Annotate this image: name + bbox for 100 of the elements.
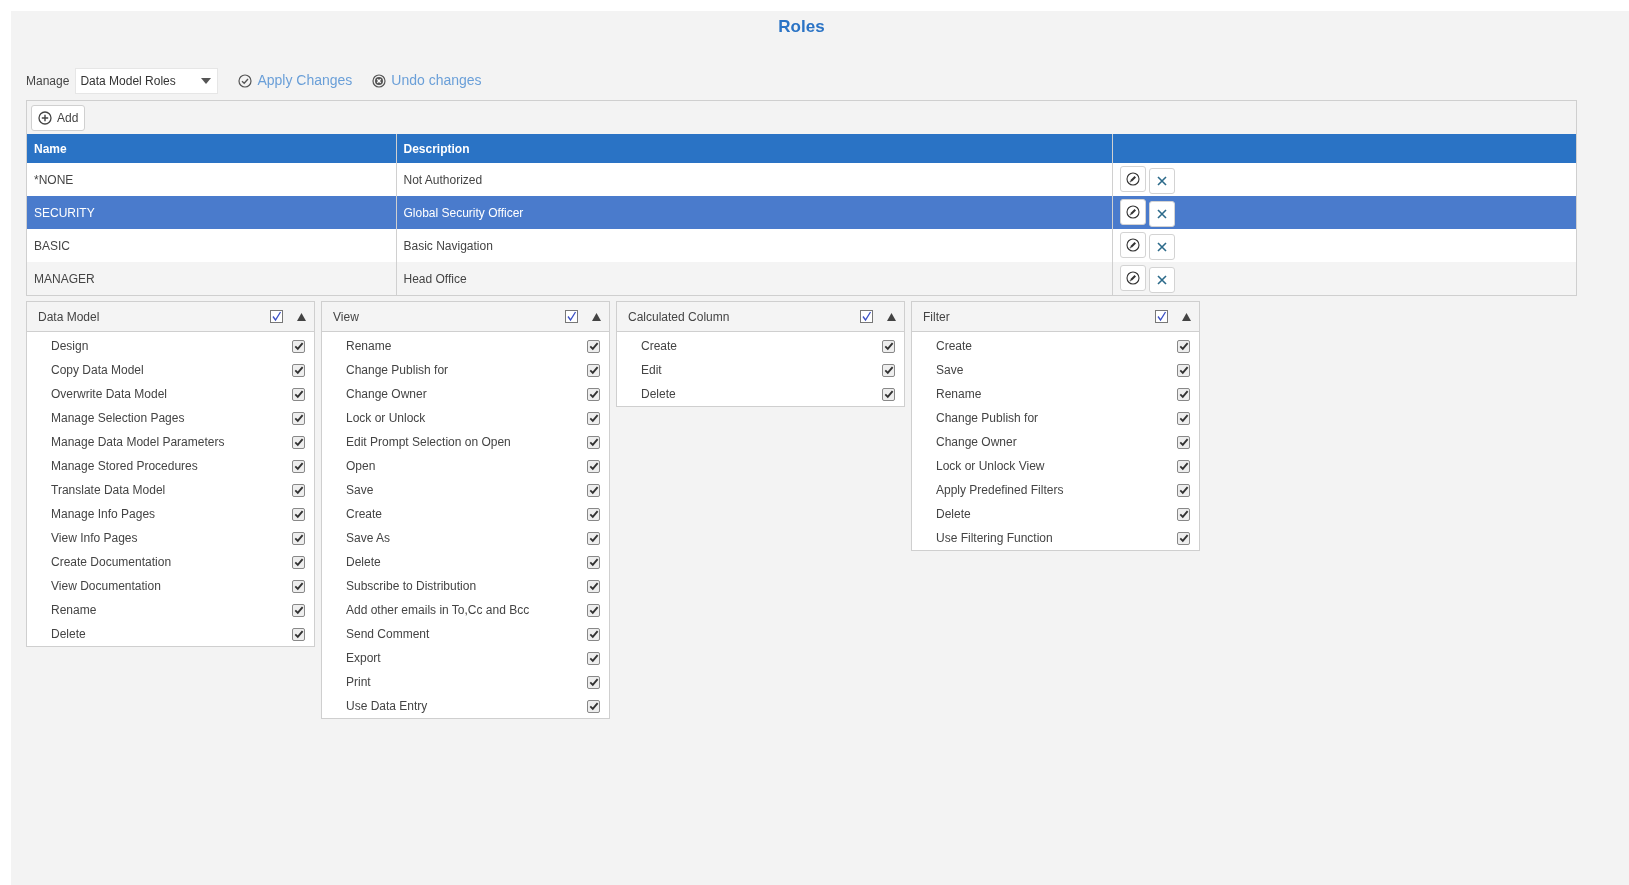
- select-all-checkbox[interactable]: [270, 310, 283, 323]
- permission-checkbox[interactable]: [1177, 531, 1190, 545]
- permission-label: Manage Info Pages: [51, 506, 157, 523]
- permission-checkbox[interactable]: [587, 411, 600, 425]
- permission-label: Copy Data Model: [51, 362, 145, 379]
- select-all-checkbox[interactable]: [1155, 310, 1168, 323]
- permission-checkbox[interactable]: [587, 387, 600, 401]
- close-icon: [1156, 208, 1167, 219]
- permission-label: Lock or Unlock: [346, 410, 427, 427]
- delete-button[interactable]: [1148, 200, 1175, 227]
- permission-checkbox[interactable]: [587, 435, 600, 449]
- permission-checkbox[interactable]: [882, 339, 895, 353]
- permission-label: Change Publish for: [936, 410, 1040, 427]
- role-row[interactable]: BASIC Basic Navigation: [27, 229, 1576, 262]
- role-row[interactable]: SECURITY Global Security Officer: [27, 196, 1576, 229]
- permission-label: Send Comment: [346, 626, 431, 643]
- permission-checkbox[interactable]: [587, 699, 600, 713]
- permission-checkbox[interactable]: [292, 435, 305, 449]
- permission-checkbox[interactable]: [587, 339, 600, 353]
- check-icon: [566, 311, 577, 322]
- edit-button[interactable]: [1119, 264, 1146, 291]
- table-cell: MANAGER: [27, 262, 396, 295]
- permission-label: Edit: [641, 362, 663, 379]
- check-icon: [293, 580, 304, 592]
- check-icon: [293, 460, 304, 472]
- permission-checkbox[interactable]: [587, 603, 600, 617]
- role-row[interactable]: *NONE Not Authorized: [27, 163, 1576, 196]
- permission-label: Print: [346, 674, 372, 691]
- permission-checkbox[interactable]: [292, 363, 305, 377]
- collapse-arrow-icon: [887, 312, 896, 321]
- permission-checkbox[interactable]: [1177, 435, 1190, 449]
- role-type-dropdown[interactable]: Data Model Roles: [75, 67, 219, 94]
- permission-checkbox[interactable]: [292, 579, 305, 593]
- permission-checkbox[interactable]: [587, 627, 600, 641]
- select-all-checkbox[interactable]: [565, 310, 578, 323]
- select-all-checkbox[interactable]: [860, 310, 873, 323]
- check-icon: [293, 556, 304, 568]
- permission-checkbox[interactable]: [587, 531, 600, 545]
- permission-checkbox[interactable]: [587, 651, 600, 665]
- permission-label: View Documentation: [51, 578, 162, 595]
- permission-label: Rename: [51, 602, 98, 619]
- permission-label: Use Filtering Function: [936, 530, 1054, 547]
- check-icon: [293, 412, 304, 424]
- check-icon: [271, 311, 282, 322]
- permission-label: Delete: [346, 554, 382, 571]
- permission-checkbox[interactable]: [1177, 411, 1190, 425]
- check-icon: [1156, 311, 1167, 322]
- permission-label: Edit Prompt Selection on Open: [346, 434, 512, 451]
- delete-button[interactable]: [1148, 233, 1175, 260]
- permission-label: Save: [346, 482, 375, 499]
- permission-checkbox[interactable]: [292, 483, 305, 497]
- panel-title: View: [333, 308, 360, 326]
- close-icon: [1156, 241, 1167, 252]
- permission-checkbox[interactable]: [587, 507, 600, 521]
- permission-label: Delete: [936, 506, 972, 523]
- edit-button[interactable]: [1119, 165, 1146, 192]
- permission-checkbox[interactable]: [882, 363, 895, 377]
- edit-button[interactable]: [1119, 231, 1146, 258]
- page-title: Roles: [777, 16, 826, 38]
- permission-checkbox[interactable]: [292, 507, 305, 521]
- permission-checkbox[interactable]: [587, 459, 600, 473]
- permission-checkbox[interactable]: [587, 363, 600, 377]
- permission-checkbox[interactable]: [1177, 459, 1190, 473]
- permission-checkbox[interactable]: [587, 675, 600, 689]
- permission-label: Rename: [346, 338, 393, 355]
- permission-checkbox[interactable]: [292, 411, 305, 425]
- permission-checkbox[interactable]: [292, 459, 305, 473]
- table-cell: *NONE: [27, 163, 396, 196]
- permission-checkbox[interactable]: [292, 339, 305, 353]
- permission-checkbox[interactable]: [587, 579, 600, 593]
- permission-label: Create: [641, 338, 679, 355]
- manage-label: Manage: [26, 72, 70, 90]
- permission-label: Design: [51, 338, 90, 355]
- check-icon: [293, 628, 304, 640]
- permission-checkbox[interactable]: [1177, 363, 1190, 377]
- permission-checkbox[interactable]: [1177, 507, 1190, 521]
- permission-label: Manage Data Model Parameters: [51, 434, 226, 451]
- permission-checkbox[interactable]: [292, 555, 305, 569]
- role-row[interactable]: MANAGER Head Office: [27, 262, 1576, 295]
- permission-checkbox[interactable]: [1177, 339, 1190, 353]
- permission-checkbox[interactable]: [587, 483, 600, 497]
- delete-button[interactable]: [1148, 167, 1175, 194]
- permission-checkbox[interactable]: [292, 387, 305, 401]
- permission-label: Delete: [641, 386, 677, 403]
- permission-checkbox[interactable]: [1177, 483, 1190, 497]
- permission-checkbox[interactable]: [292, 531, 305, 545]
- permission-checkbox[interactable]: [1177, 387, 1190, 401]
- permission-checkbox[interactable]: [292, 627, 305, 641]
- check-icon: [293, 484, 304, 496]
- check-icon: [1178, 436, 1189, 448]
- table-cell: Head Office: [396, 262, 1112, 295]
- delete-button[interactable]: [1148, 266, 1175, 293]
- permission-label: Rename: [936, 386, 983, 403]
- close-icon: [1156, 274, 1167, 285]
- permission-checkbox[interactable]: [292, 603, 305, 617]
- permission-checkbox[interactable]: [882, 387, 895, 401]
- edit-button[interactable]: [1119, 198, 1146, 225]
- permission-checkbox[interactable]: [587, 555, 600, 569]
- table-cell: Not Authorized: [396, 163, 1112, 196]
- add-button[interactable]: Add: [31, 104, 86, 131]
